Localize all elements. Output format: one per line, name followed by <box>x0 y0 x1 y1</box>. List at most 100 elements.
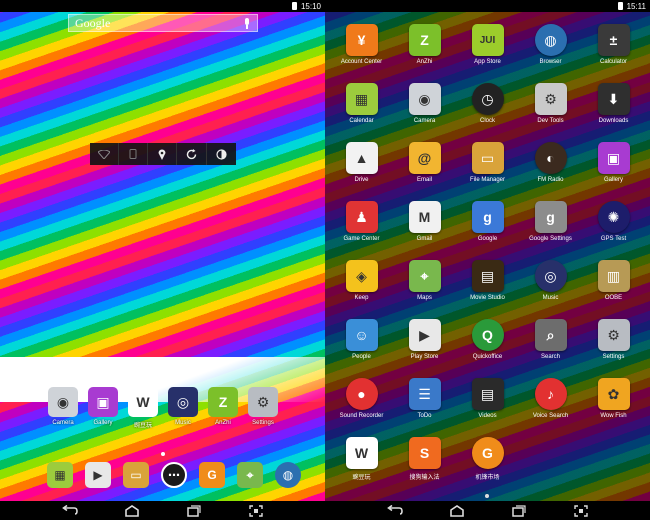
app-sound-recorder[interactable]: ● Sound Recorder <box>330 378 393 437</box>
app-label: Play Store <box>410 354 439 360</box>
app-play-store[interactable]: ▶ Play Store <box>393 319 456 378</box>
back-button-icon[interactable] <box>59 504 81 518</box>
recent-apps-button-icon[interactable] <box>508 504 530 518</box>
app-label: Calculator <box>599 59 627 65</box>
screenshot-button-icon[interactable] <box>245 504 267 518</box>
app-label: Downloads <box>598 118 629 124</box>
app-search[interactable]: ⌕ Search <box>519 319 582 378</box>
camera-icon: ◉ <box>408 83 441 115</box>
app-wow-fish[interactable]: ✿ Wow Fish <box>582 378 645 437</box>
app-label: GPS Test <box>600 236 627 242</box>
home-button-icon[interactable] <box>446 504 468 518</box>
app-music[interactable]: ◎ Music <box>519 260 582 319</box>
home-app-music[interactable]: ◎ Music <box>167 387 199 429</box>
app-label: Calendar <box>349 118 374 124</box>
fm-radio-icon: ◐ <box>534 142 567 174</box>
screenshot-button-icon[interactable] <box>570 504 592 518</box>
home-app-anzhi[interactable]: Z AnZhi <box>207 387 239 429</box>
brightness-toggle-icon[interactable] <box>207 143 236 165</box>
app-app-store[interactable]: JUI App Store <box>456 24 519 83</box>
app-quickoffice[interactable]: Q Quickoffice <box>456 319 519 378</box>
app-gallery[interactable]: ▣ Gallery <box>582 142 645 201</box>
app-anzhi[interactable]: Z AnZhi <box>393 24 456 83</box>
app-file-manager[interactable]: ▭ File Manager <box>456 142 519 201</box>
app-label: People <box>352 354 371 360</box>
app-people[interactable]: ☺ People <box>330 319 393 378</box>
home-app-wandoujia[interactable]: W 豌豆玩 <box>127 387 159 429</box>
calendar-icon[interactable]: ▦ <box>47 462 73 488</box>
app-camera[interactable]: ◉ Camera <box>393 83 456 142</box>
app-google-settings[interactable]: g Google Settings <box>519 201 582 260</box>
app-game-center[interactable]: ♟ Game Center <box>330 201 393 260</box>
app-dev-tools[interactable]: ⚙ Dev Tools <box>519 83 582 142</box>
app-drawer-icon[interactable]: ⋯ <box>161 462 187 488</box>
app-fm-radio[interactable]: ◐ FM Radio <box>519 142 582 201</box>
voice-search-icon: ♪ <box>534 378 567 410</box>
app-drive[interactable]: ▲ Drive <box>330 142 393 201</box>
app-label: Search <box>540 354 560 360</box>
videos-icon: ▤ <box>471 378 504 410</box>
location-toggle-icon[interactable] <box>148 143 178 165</box>
sync-toggle-icon[interactable] <box>178 143 207 165</box>
maps-icon[interactable]: ⌖ <box>237 462 263 488</box>
app-calculator[interactable]: ± Calculator <box>582 24 645 83</box>
app-videos[interactable]: ▤ Videos <box>456 378 519 437</box>
g-market-icon[interactable]: G <box>199 462 225 488</box>
app-label: Gallery <box>603 177 623 183</box>
bluetooth-toggle-icon[interactable] <box>119 143 149 165</box>
keep-icon: ◈ <box>345 260 378 292</box>
clock-icon: ◷ <box>471 83 504 115</box>
app-label: Camera <box>52 420 74 426</box>
app-maps[interactable]: ⌖ Maps <box>393 260 456 319</box>
music-icon: ◎ <box>534 260 567 292</box>
app-gfan-market[interactable]: G 机锋市场 <box>456 437 519 496</box>
anzhi-icon: Z <box>208 387 238 417</box>
dev-tools-icon: ⚙ <box>534 83 567 115</box>
navigation-bar <box>0 501 325 520</box>
app-account-center[interactable]: ¥ Account Center <box>330 24 393 83</box>
app-label: OOBE <box>604 295 623 301</box>
google-search-bar[interactable]: Google <box>68 14 258 32</box>
app-label: App Store <box>474 59 501 65</box>
home-button-icon[interactable] <box>121 504 143 518</box>
app-label: File Manager <box>469 177 505 183</box>
app-clock[interactable]: ◷ Clock <box>456 83 519 142</box>
app-movie-studio[interactable]: ▤ Movie Studio <box>456 260 519 319</box>
app-sogou-input[interactable]: S 搜狗输入法 <box>393 437 456 496</box>
app-label: Dev Tools <box>537 118 564 124</box>
app-drawer-screen: 15:11 ¥ Account Center Z AnZhi JUI App Store ◍… <box>325 0 650 520</box>
app-calendar[interactable]: ▦ Calendar <box>330 83 393 142</box>
wifi-toggle-icon[interactable] <box>90 143 120 165</box>
app-oobe[interactable]: ▥ OOBE <box>582 260 645 319</box>
home-app-camera[interactable]: ◉ Camera <box>47 387 79 429</box>
search-icon: ⌕ <box>534 319 567 351</box>
browser-icon[interactable]: ◍ <box>275 462 301 488</box>
home-app-gallery[interactable]: ▣ Gallery <box>87 387 119 429</box>
app-label: Camera <box>413 118 436 124</box>
microphone-icon[interactable] <box>243 17 251 29</box>
camera-icon: ◉ <box>48 387 78 417</box>
app-keep[interactable]: ◈ Keep <box>330 260 393 319</box>
app-store-icon: JUI <box>471 24 504 56</box>
app-browser[interactable]: ◍ Browser <box>519 24 582 83</box>
app-gmail[interactable]: M Gmail <box>393 201 456 260</box>
file-manager-icon[interactable]: ▭ <box>123 462 149 488</box>
app-settings[interactable]: ⚙ Settings <box>582 319 645 378</box>
app-downloads[interactable]: ⬇ Downloads <box>582 83 645 142</box>
app-google[interactable]: g Google <box>456 201 519 260</box>
status-time: 15:11 <box>626 1 646 11</box>
home-app-settings[interactable]: ⚙ Settings <box>247 387 279 429</box>
app-gps-test[interactable]: ✺ GPS Test <box>582 201 645 260</box>
app-wandoujia[interactable]: W 豌豆玩 <box>330 437 393 496</box>
app-todo[interactable]: ☰ ToDo <box>393 378 456 437</box>
recent-apps-button-icon[interactable] <box>183 504 205 518</box>
status-time: 15:10 <box>300 1 321 11</box>
gmail-icon: M <box>408 201 441 233</box>
app-voice-search[interactable]: ♪ Voice Search <box>519 378 582 437</box>
play-store-icon[interactable]: ▶ <box>85 462 111 488</box>
gallery-icon: ▣ <box>88 387 118 417</box>
app-label: 搜狗输入法 <box>409 475 440 481</box>
back-button-icon[interactable] <box>384 504 406 518</box>
app-email[interactable]: @ Email <box>393 142 456 201</box>
account-center-icon: ¥ <box>345 24 378 56</box>
